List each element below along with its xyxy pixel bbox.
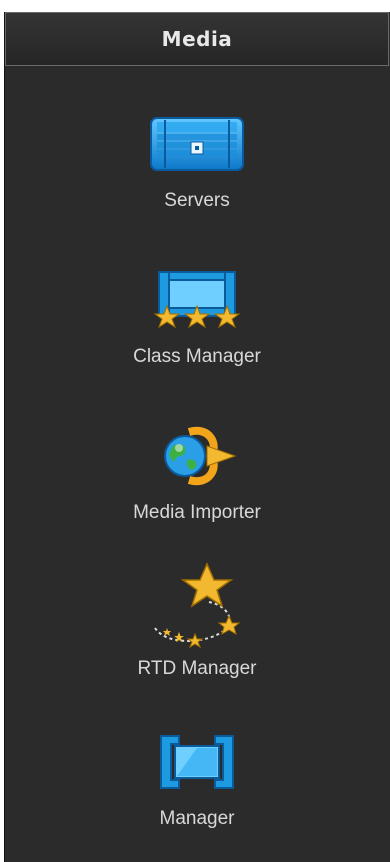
manager-icon [147, 722, 247, 802]
class-manager-icon [147, 260, 247, 340]
media-importer-icon [147, 416, 247, 496]
rtd-manager-icon [147, 560, 247, 652]
servers-item[interactable]: Servers [5, 104, 389, 212]
media-importer-label: Media Importer [133, 502, 261, 523]
panel-title: Media [161, 27, 233, 51]
media-importer-item[interactable]: Media Importer [5, 416, 389, 524]
manager-item[interactable]: Manager [5, 722, 389, 830]
rtd-manager-label: RTD Manager [137, 658, 257, 679]
rtd-manager-item[interactable]: RTD Manager [5, 560, 389, 680]
server-icon [147, 104, 247, 184]
class-manager-item[interactable]: Class Manager [5, 260, 389, 368]
servers-label: Servers [164, 190, 230, 211]
manager-label: Manager [159, 808, 235, 829]
media-panel: Media Servers Class Manager Media Import… [0, 0, 390, 862]
class-manager-label: Class Manager [133, 346, 261, 367]
media-panel-frame: Media Servers Class Manager Media Import… [4, 12, 390, 862]
panel-header: Media [5, 12, 389, 66]
